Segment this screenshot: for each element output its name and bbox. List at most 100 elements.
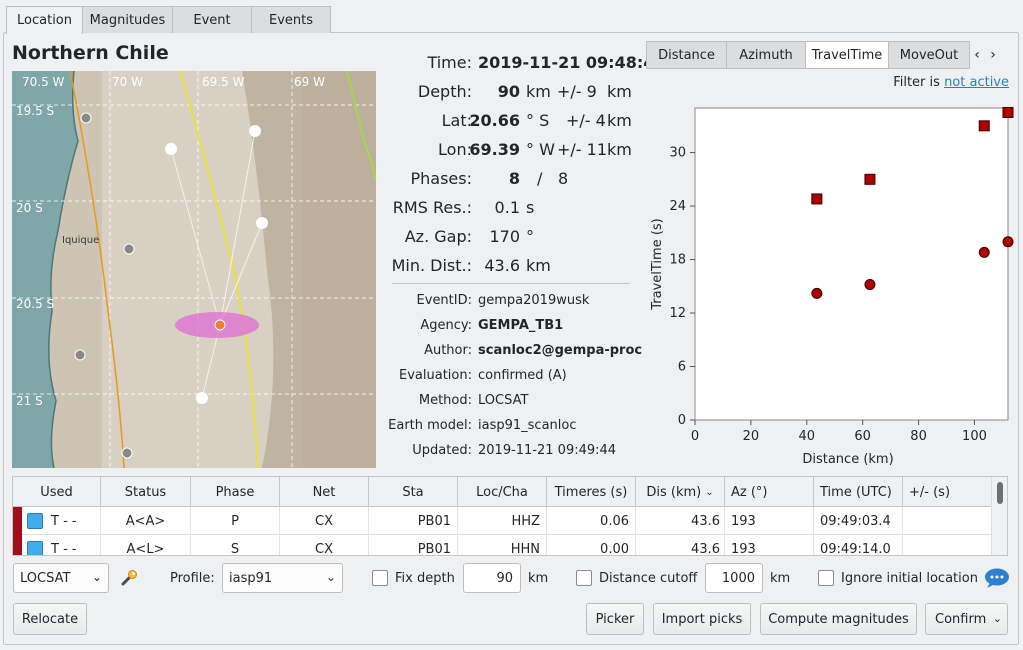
fix-depth-input[interactable]: 90 bbox=[463, 563, 521, 593]
confirm-button[interactable]: Confirm ⌄ bbox=[925, 603, 1008, 635]
map-view[interactable]: 70.5 W 70 W 69.5 W 69 W 19.5 S 20 S 20.5… bbox=[12, 71, 376, 468]
cell-timeres: 0.06 bbox=[547, 507, 636, 535]
unused-station-marker[interactable] bbox=[74, 349, 86, 361]
tab-scroll-left-icon[interactable]: ‹ bbox=[969, 41, 985, 69]
eventid-label: EventID: bbox=[416, 293, 472, 308]
cell-uncertainty bbox=[903, 507, 993, 535]
data-point-square[interactable] bbox=[1002, 106, 1014, 118]
picker-button[interactable]: Picker bbox=[586, 603, 644, 635]
y-tick-label: 18 bbox=[669, 253, 686, 268]
fix-depth-checkbox[interactable] bbox=[372, 570, 388, 586]
lat-label: 19.5 S bbox=[16, 104, 54, 118]
y-tick-label: 30 bbox=[669, 146, 686, 161]
lat-label: 21 S bbox=[16, 394, 43, 408]
distance-cutoff-unit: km bbox=[770, 570, 791, 586]
locator-select[interactable]: LOCSAT ⌄ bbox=[13, 563, 109, 593]
unused-station-marker[interactable] bbox=[123, 243, 135, 255]
evaluation-value: confirmed (A) bbox=[478, 368, 567, 383]
distance-cutoff-input[interactable]: 1000 bbox=[705, 563, 763, 593]
filter-toggle-link[interactable]: not active bbox=[944, 75, 1009, 90]
ignore-initial-location-checkbox[interactable] bbox=[818, 570, 834, 586]
relocate-button[interactable]: Relocate bbox=[13, 603, 87, 635]
x-tick-label: 40 bbox=[799, 429, 816, 444]
ignore-initial-location-label: Ignore initial location bbox=[841, 570, 978, 586]
column-header-timeres[interactable]: Timeres (s) bbox=[547, 477, 636, 507]
distance-cutoff-checkbox[interactable] bbox=[576, 570, 592, 586]
table-row[interactable]: T - - A<L> S CX PB01 HHN 0.00 43.6 193 0… bbox=[13, 535, 993, 555]
data-point-circle[interactable] bbox=[811, 287, 823, 299]
tab-scroll-right-icon[interactable]: › bbox=[985, 41, 1001, 69]
min-distance-label: Min. Dist.: bbox=[391, 255, 472, 275]
column-header-status[interactable]: Status bbox=[101, 477, 191, 507]
time-label: Time: bbox=[427, 52, 472, 72]
comment-bubble-icon[interactable] bbox=[984, 567, 1010, 589]
profile-select[interactable]: iasp91 ⌄ bbox=[222, 563, 343, 593]
compute-magnitudes-button[interactable]: Compute magnitudes bbox=[760, 603, 917, 635]
column-header-net[interactable]: Net bbox=[280, 477, 369, 507]
profile-value: iasp91 bbox=[229, 570, 273, 586]
map-canvas: 70.5 W 70 W 69.5 W 69 W 19.5 S 20 S 20.5… bbox=[12, 71, 376, 468]
author-value: scanloc2@gempa-proc bbox=[478, 343, 643, 358]
y-tick-label: 6 bbox=[678, 360, 686, 375]
cell-status: A<L> bbox=[101, 535, 191, 555]
tab-event[interactable]: Event bbox=[172, 6, 252, 33]
import-picks-button[interactable]: Import picks bbox=[653, 603, 751, 635]
station-marker[interactable] bbox=[249, 125, 261, 137]
used-checkbox[interactable] bbox=[27, 541, 43, 555]
column-header-used[interactable]: Used bbox=[13, 477, 101, 507]
used-checkbox[interactable] bbox=[27, 513, 43, 529]
station-marker[interactable] bbox=[196, 392, 208, 404]
eventid-value: gempa2019wusk bbox=[478, 293, 590, 308]
row-status-marker bbox=[13, 535, 22, 555]
station-marker[interactable] bbox=[256, 217, 268, 229]
data-point-circle[interactable] bbox=[1002, 236, 1014, 248]
updated-value: 2019-11-21 09:49:44 bbox=[478, 443, 617, 458]
tab-traveltime[interactable]: TravelTime bbox=[805, 41, 889, 69]
cell-distance: 43.6 bbox=[636, 507, 725, 535]
column-header-distance[interactable]: Dis (km) ⌄ bbox=[636, 477, 725, 507]
tab-azimuth[interactable]: Azimuth bbox=[726, 41, 806, 69]
data-point-square[interactable] bbox=[864, 173, 876, 185]
lat-label: 20 S bbox=[16, 201, 43, 215]
filter-label: Filter is bbox=[893, 75, 940, 90]
traveltime-plot[interactable]: 0 20 40 60 80 100 0 6 12 18 24 30 Distance (km) Tra… bbox=[645, 95, 1015, 470]
wrench-icon[interactable] bbox=[120, 568, 140, 588]
column-header-sta[interactable]: Sta bbox=[369, 477, 458, 507]
lon-label: 69 W bbox=[294, 75, 325, 89]
data-point-square[interactable] bbox=[811, 193, 823, 205]
tab-moveout[interactable]: MoveOut bbox=[888, 41, 970, 69]
epicenter-marker[interactable] bbox=[214, 319, 226, 331]
plot-area bbox=[694, 107, 1009, 421]
column-header-phase[interactable]: Phase bbox=[191, 477, 280, 507]
station-marker[interactable] bbox=[165, 143, 177, 155]
table-row[interactable]: T - - A<A> P CX PB01 HHZ 0.06 43.6 193 0… bbox=[13, 507, 993, 535]
data-point-circle[interactable] bbox=[864, 279, 876, 291]
tab-events[interactable]: Events bbox=[251, 6, 331, 33]
column-header-loc-cha[interactable]: Loc/Cha bbox=[458, 477, 547, 507]
lat-label: 20.5 S bbox=[16, 297, 54, 311]
lat-value: 20.66 bbox=[469, 110, 520, 130]
city-label: Iquique bbox=[62, 235, 99, 246]
agency-label: Agency: bbox=[420, 318, 472, 333]
unused-station-marker[interactable] bbox=[80, 112, 92, 124]
column-header-uncertainty[interactable]: +/- (s) bbox=[903, 477, 993, 507]
lon-uncertainty-unit: km bbox=[607, 139, 632, 159]
tab-distance[interactable]: Distance bbox=[646, 41, 727, 69]
scrollbar-thumb[interactable] bbox=[997, 482, 1003, 504]
earth-model-value: iasp91_scanloc bbox=[478, 418, 577, 433]
cell-distance: 43.6 bbox=[636, 535, 725, 555]
data-point-square[interactable] bbox=[978, 120, 990, 132]
column-header-time[interactable]: Time (UTC) bbox=[814, 477, 903, 507]
sort-chevron-down-icon: ⌄ bbox=[705, 486, 714, 498]
lon-uncertainty: +/- 11 bbox=[557, 139, 608, 159]
unused-station-marker[interactable] bbox=[121, 447, 133, 459]
phases-separator: / bbox=[537, 168, 543, 188]
column-header-azimuth[interactable]: Az (°) bbox=[725, 477, 814, 507]
data-point-circle[interactable] bbox=[978, 246, 990, 258]
chevron-down-icon: ⌄ bbox=[325, 570, 336, 584]
tab-magnitudes[interactable]: Magnitudes bbox=[82, 6, 173, 33]
arrival-table[interactable]: Used Status Phase Net Sta Loc/Cha Timere… bbox=[12, 476, 1008, 556]
table-scrollbar[interactable] bbox=[991, 477, 1007, 555]
tab-location[interactable]: Location bbox=[6, 6, 83, 34]
phases-used: 8 bbox=[508, 168, 520, 188]
